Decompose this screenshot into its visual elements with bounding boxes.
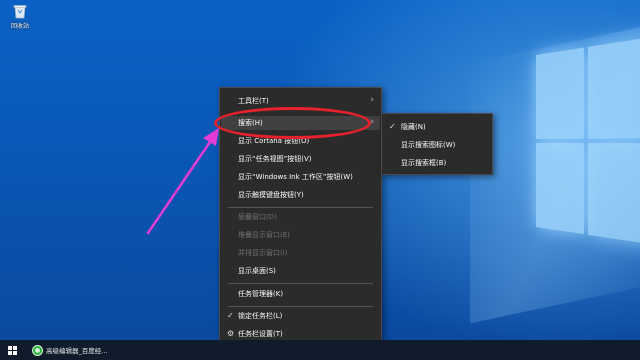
menu-item-label: 显示“任务视图”按钮(V)	[238, 155, 312, 163]
taskbar: 高级编辑器_百度经...	[0, 340, 640, 360]
menu-item-side-by-side-windows: 并排显示窗口(I)	[221, 246, 380, 260]
menu-item-show-task-view-button[interactable]: 显示“任务视图”按钮(V)	[221, 152, 380, 166]
menu-item-show-touch-keyboard-button[interactable]: 显示触摸键盘按钮(Y)	[221, 188, 380, 202]
submenu-item-label: 隐藏(N)	[401, 123, 426, 131]
start-button[interactable]	[0, 340, 26, 360]
submenu-item-hidden[interactable]: ✓ 隐藏(N)	[383, 120, 491, 134]
recycle-bin-shortcut[interactable]: 回收站	[4, 2, 36, 30]
menu-separator	[228, 207, 373, 208]
recycle-bin-label: 回收站	[10, 23, 29, 30]
menu-item-label: 堆叠显示窗口(E)	[238, 231, 290, 239]
gear-icon: ⚙	[227, 329, 235, 338]
menu-item-taskbar-settings[interactable]: ⚙ 任务栏设置(T)	[221, 327, 380, 341]
menu-item-cascade-windows: 层叠窗口(D)	[221, 210, 380, 224]
menu-item-stack-windows: 堆叠显示窗口(E)	[221, 228, 380, 242]
submenu-item-show-search-icon[interactable]: 显示搜索图标(W)	[383, 138, 491, 152]
menu-item-label: 显示“Windows Ink 工作区”按钮(W)	[238, 173, 353, 181]
search-submenu: ✓ 隐藏(N) 显示搜索图标(W) 显示搜索框(B)	[381, 113, 493, 175]
menu-item-toolbars[interactable]: 工具栏(T) ›	[221, 94, 380, 108]
menu-item-label: 显示桌面(S)	[238, 267, 276, 275]
submenu-item-label: 显示搜索图标(W)	[401, 141, 456, 149]
taskbar-app-button[interactable]: 高级编辑器_百度经...	[30, 341, 120, 359]
checkmark-icon: ✓	[389, 122, 396, 131]
browser-app-icon	[32, 344, 43, 356]
menu-item-label: 显示触摸键盘按钮(Y)	[238, 191, 304, 199]
menu-item-label: 并排显示窗口(I)	[238, 249, 288, 257]
menu-separator	[228, 283, 373, 284]
wallpaper-windows-logo	[536, 36, 640, 248]
chevron-right-icon: ›	[370, 95, 374, 105]
taskbar-app-title: 高级编辑器_百度经...	[46, 347, 108, 355]
menu-item-label: 锁定任务栏(L)	[238, 312, 283, 320]
checkmark-icon: ✓	[227, 311, 234, 320]
menu-item-show-desktop[interactable]: 显示桌面(S)	[221, 264, 380, 278]
menu-item-label: 层叠窗口(D)	[238, 213, 277, 221]
menu-item-lock-taskbar[interactable]: ✓ 锁定任务栏(L)	[221, 309, 380, 323]
highlight-ellipse-annotation	[214, 107, 371, 139]
recycle-bin-icon	[11, 2, 29, 20]
menu-separator	[228, 306, 373, 307]
submenu-item-label: 显示搜索框(B)	[401, 159, 447, 167]
menu-item-label: 工具栏(T)	[238, 97, 269, 105]
menu-item-task-manager[interactable]: 任务管理器(K)	[221, 287, 380, 301]
menu-item-label: 任务栏设置(T)	[238, 330, 283, 338]
menu-item-label: 任务管理器(K)	[238, 290, 284, 298]
submenu-item-show-search-box[interactable]: 显示搜索框(B)	[383, 156, 491, 170]
menu-item-show-windows-ink-button[interactable]: 显示“Windows Ink 工作区”按钮(W)	[221, 170, 380, 184]
